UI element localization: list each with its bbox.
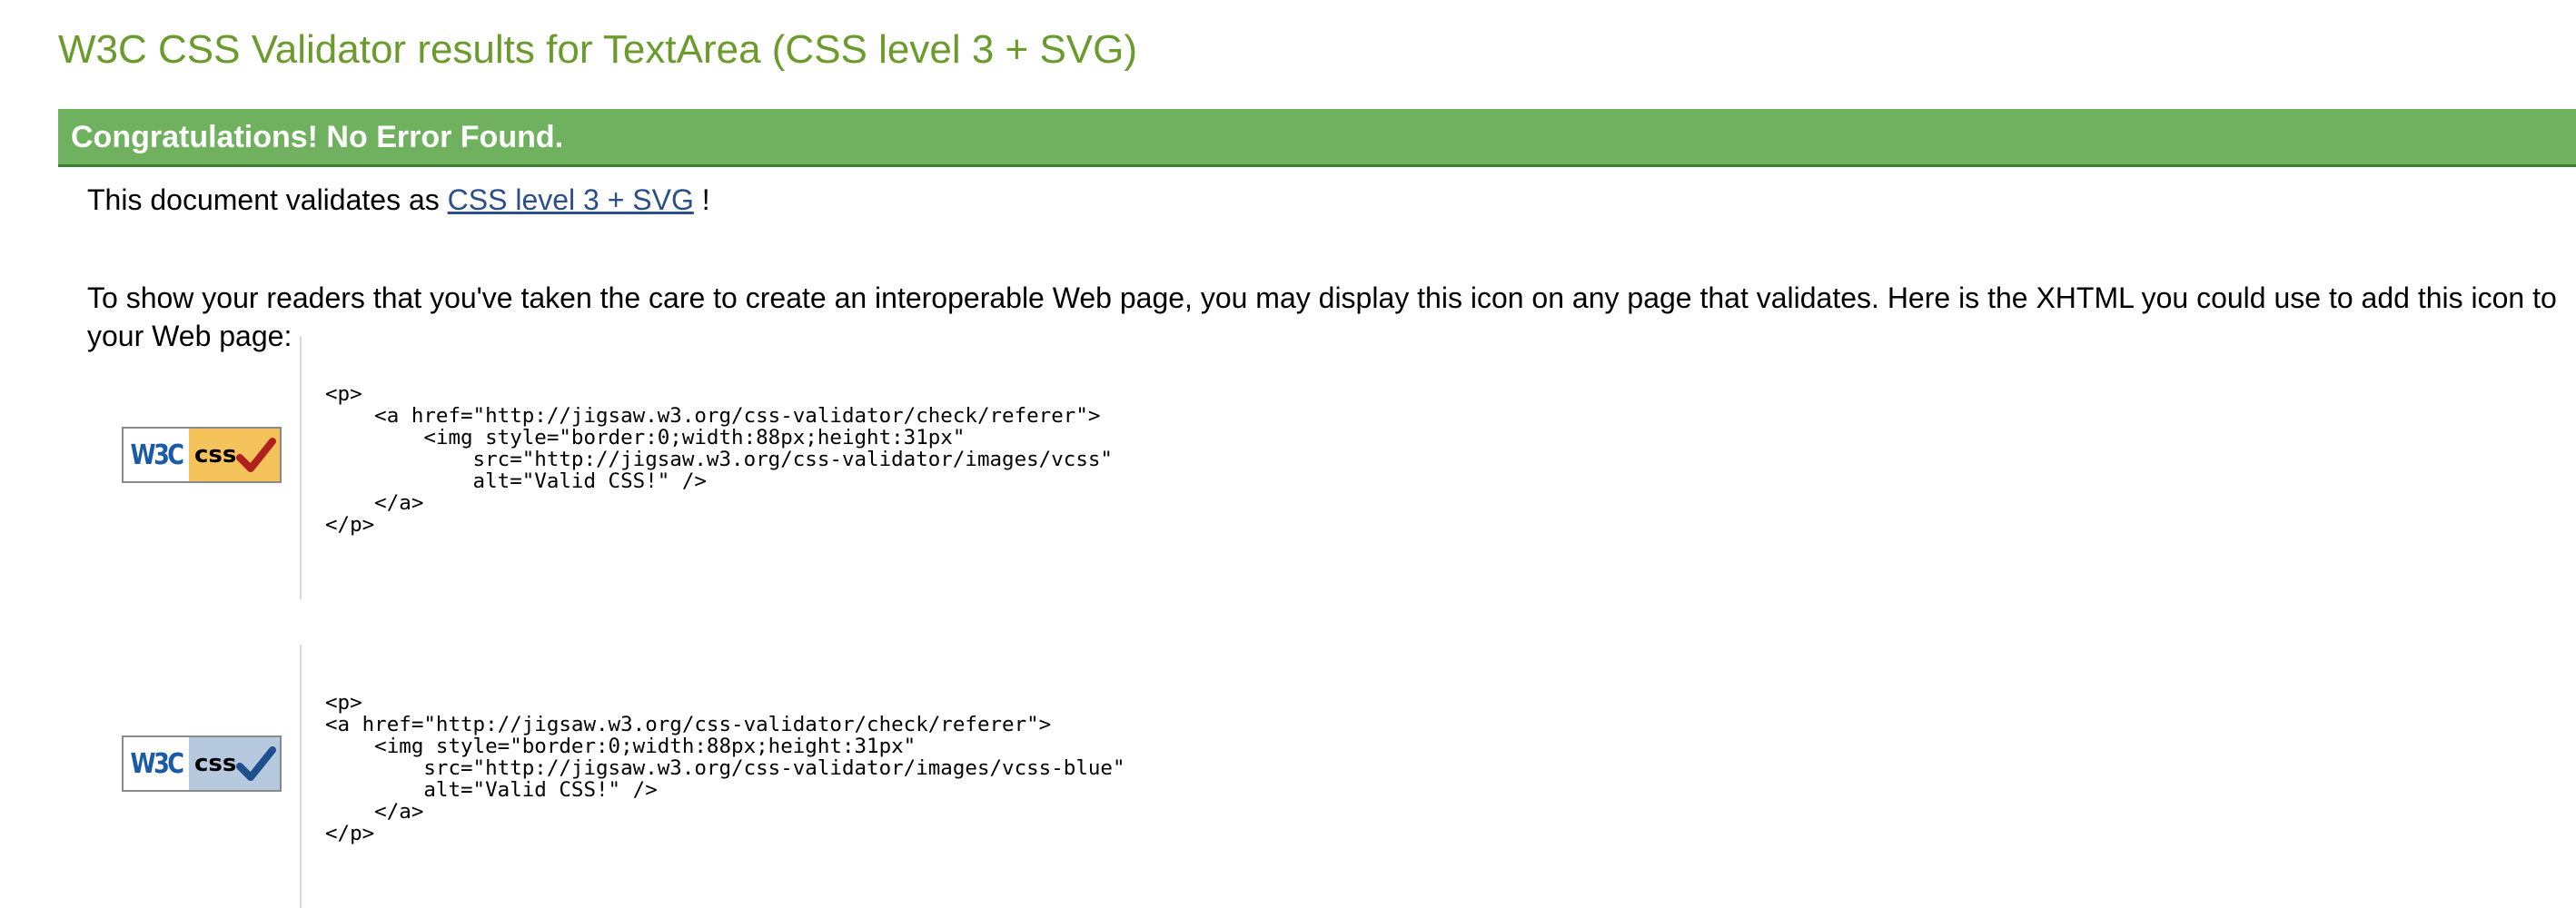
valid-css-badge-gold[interactable]: W3C css bbox=[122, 427, 282, 483]
badge-snippet-blue: W3C css <p> <a href="http://jigsaw.w3.or… bbox=[87, 645, 2540, 908]
badge-cell: W3C css bbox=[87, 336, 302, 599]
badge-snippet-gold: W3C css <p> <a href="http://jigsaw.w3.or… bbox=[87, 336, 2540, 599]
checkmark-icon bbox=[236, 438, 276, 472]
xhtml-code-snippet: <p> <a href="http://jigsaw.w3.org/css-va… bbox=[325, 382, 1113, 537]
xhtml-code-snippet: <p> <a href="http://jigsaw.w3.org/css-va… bbox=[325, 691, 1125, 845]
w3c-logo: W3C bbox=[128, 429, 184, 481]
success-message: Congratulations! No Error Found. bbox=[71, 120, 564, 154]
w3c-logo: W3C bbox=[128, 737, 184, 790]
page-title: W3C CSS Validator results for TextArea (… bbox=[58, 27, 1138, 72]
css-profile-link[interactable]: CSS level 3 + SVG bbox=[448, 183, 694, 216]
css-text: css bbox=[194, 750, 237, 777]
success-banner: Congratulations! No Error Found. bbox=[58, 109, 2576, 167]
validation-prefix: This document validates as bbox=[87, 183, 440, 216]
badge-cell: W3C css bbox=[87, 645, 302, 908]
validation-statement: This document validates as CSS level 3 +… bbox=[87, 183, 710, 217]
valid-css-badge-blue[interactable]: W3C css bbox=[122, 735, 282, 792]
validation-suffix: ! bbox=[701, 183, 710, 216]
css-text: css bbox=[194, 441, 237, 469]
checkmark-icon bbox=[236, 746, 276, 781]
css-label: css bbox=[189, 429, 280, 481]
css-label: css bbox=[189, 737, 280, 790]
